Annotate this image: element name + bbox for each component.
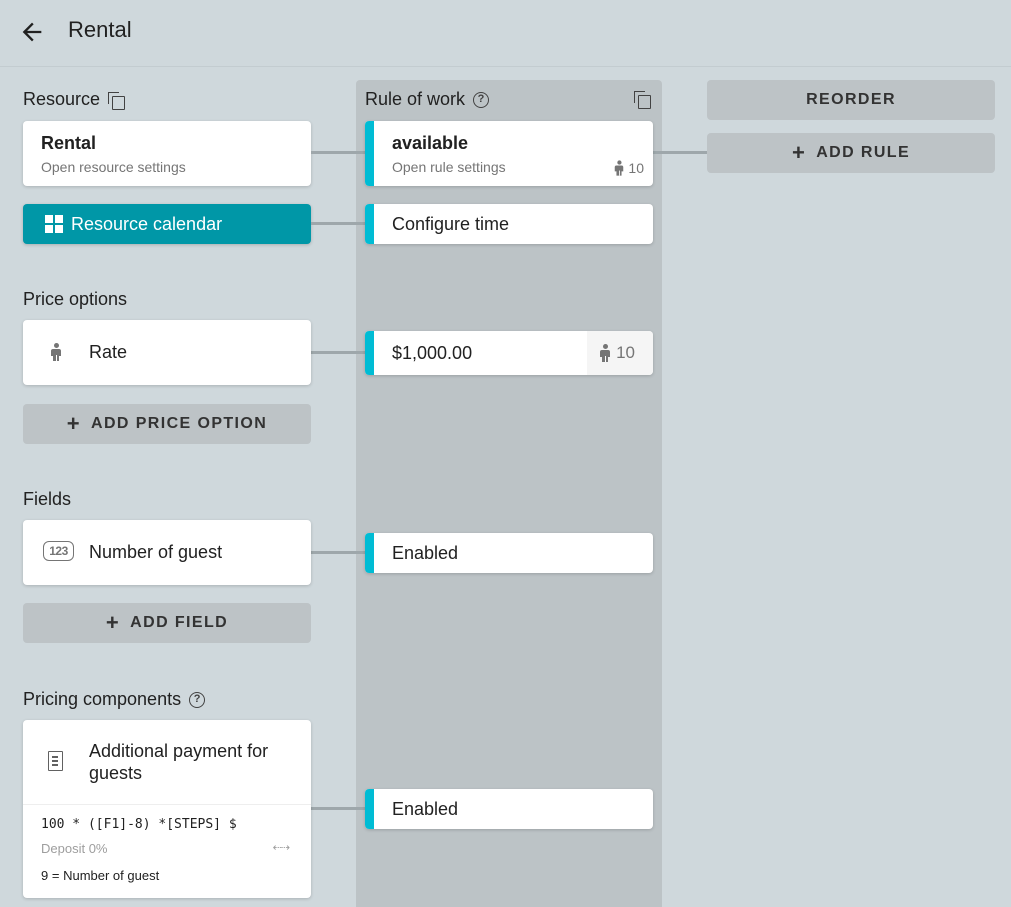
field-number-of-guest-card[interactable]: 123 Number of guest <box>23 520 311 585</box>
pricing-components-label: Pricing components <box>23 689 182 709</box>
configure-time-card[interactable]: Configure time <box>365 204 653 244</box>
help-icon[interactable]: ? <box>473 91 490 108</box>
add-price-option-label: ADD PRICE OPTION <box>91 415 268 432</box>
add-field-label: ADD FIELD <box>130 614 229 631</box>
component-status-label: Enabled <box>392 799 459 819</box>
page-title: Rental <box>68 17 132 42</box>
rule-title: available <box>392 133 469 153</box>
person-icon <box>600 344 611 362</box>
price-options-text: Price options <box>23 289 128 309</box>
plus-icon: + <box>791 140 807 165</box>
help-icon[interactable]: ? <box>189 691 206 708</box>
field-status-label: Enabled <box>392 543 459 563</box>
price-value-card[interactable]: $1,000.00 10 <box>365 331 653 375</box>
price-capacity-count: 10 <box>616 343 635 362</box>
rule-of-work-label-row: Rule of work ? <box>365 89 490 110</box>
deposit-text: Deposit 0% <box>41 841 108 856</box>
fields-label: Fields <box>23 489 71 510</box>
variable-label: Number of guest <box>63 868 160 883</box>
expand-arrows-icon[interactable]: ⇠⇢ <box>273 841 290 854</box>
connector-line <box>311 807 366 810</box>
variable-number: 9 <box>41 868 49 883</box>
add-price-option-button[interactable]: + ADD PRICE OPTION <box>23 404 311 444</box>
variable-equals: = <box>51 868 60 883</box>
connector-line <box>653 151 708 154</box>
component-status-card[interactable]: Enabled <box>365 789 653 829</box>
price-value: $1,000.00 <box>392 343 473 363</box>
pricing-component-card[interactable]: Additional payment for guests 100 * ([F1… <box>23 720 311 898</box>
rule-of-work-label: Rule of work <box>365 89 466 109</box>
plus-icon: + <box>66 411 82 436</box>
field-label: Number of guest <box>89 542 223 562</box>
pricing-component-title: Additional payment for guests <box>89 741 269 783</box>
rule-capacity: 10 <box>614 159 644 177</box>
divider <box>23 804 311 805</box>
plus-icon: + <box>105 610 121 635</box>
reorder-button[interactable]: REORDER <box>707 80 995 120</box>
connector-line <box>311 351 366 354</box>
rule-card-available[interactable]: available Open rule settings 10 <box>365 121 653 186</box>
reorder-label: REORDER <box>806 91 896 108</box>
grid-icon <box>45 215 63 233</box>
rule-subtitle: Open rule settings <box>392 159 506 175</box>
document-icon <box>48 751 63 771</box>
back-arrow-icon[interactable] <box>16 16 48 48</box>
app-header: Rental <box>0 0 1011 67</box>
person-icon <box>51 343 61 361</box>
rule-capacity-count: 10 <box>628 160 644 176</box>
resource-calendar-label: Resource calendar <box>71 213 223 234</box>
variable-mapping: 9 = Number of guest <box>41 868 159 883</box>
resource-section-label: Resource <box>23 89 126 110</box>
resource-label: Resource <box>23 89 101 109</box>
resource-card-title: Rental <box>41 133 97 153</box>
connector-line <box>311 151 366 154</box>
price-capacity: 10 <box>587 331 653 375</box>
resource-card[interactable]: Rental Open resource settings <box>23 121 311 186</box>
resource-calendar-button[interactable]: Resource calendar <box>23 204 311 244</box>
numeric-field-icon: 123 <box>43 541 74 561</box>
price-options-label: Price options <box>23 289 127 310</box>
connector-line <box>311 222 366 225</box>
add-rule-button[interactable]: + ADD RULE <box>707 133 995 173</box>
price-option-label: Rate <box>89 342 128 362</box>
copy-icon[interactable] <box>634 91 651 109</box>
pricing-formula: 100 * ([F1]-8) *[STEPS] $ <box>41 817 237 832</box>
resource-card-subtitle: Open resource settings <box>41 159 186 175</box>
price-option-rate-card[interactable]: Rate <box>23 320 311 385</box>
fields-text: Fields <box>23 489 72 509</box>
person-icon <box>615 160 624 176</box>
pricing-components-label-row: Pricing components ? <box>23 689 206 710</box>
add-rule-label: ADD RULE <box>816 144 911 161</box>
copy-icon[interactable] <box>108 91 126 110</box>
add-field-button[interactable]: + ADD FIELD <box>23 603 311 643</box>
connector-line <box>311 551 366 554</box>
configure-time-label: Configure time <box>392 214 510 234</box>
field-status-card[interactable]: Enabled <box>365 533 653 573</box>
